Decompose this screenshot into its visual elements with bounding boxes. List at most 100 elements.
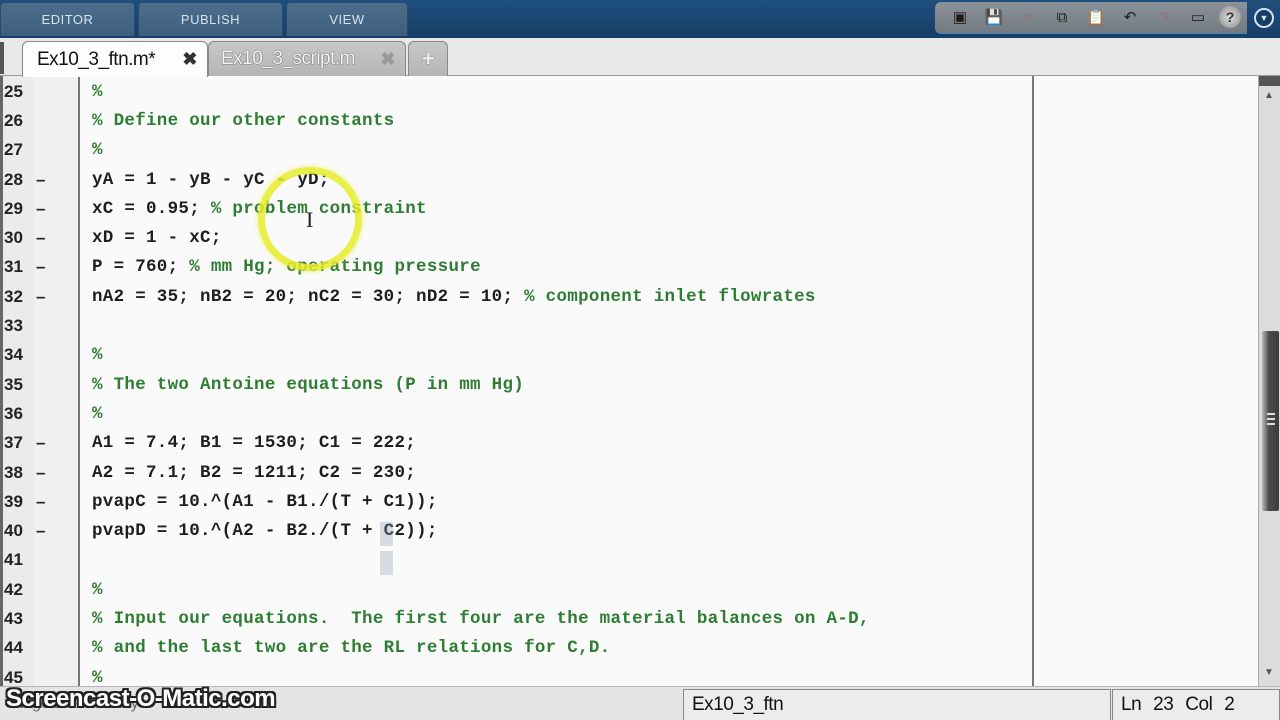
executable-line-marker[interactable]: –: [36, 492, 45, 512]
code-line[interactable]: 37– A1 = 7.4; B1 = 1530; C1 = 222;: [0, 429, 1030, 458]
line-number: 38: [4, 462, 23, 482]
code-line[interactable]: 38– A2 = 7.1; B2 = 1211; C2 = 230;: [0, 458, 1030, 487]
code-line[interactable]: 29– xC = 0.95; % problem constraint: [0, 194, 1030, 223]
code-text: A2 = 7.1; B2 = 1211; C2 = 230;: [92, 463, 416, 483]
redo-icon[interactable]: ↷: [1151, 5, 1177, 29]
document-tab-ex10-3-script[interactable]: Ex10_3_script.m ✖: [208, 41, 406, 76]
new-tab-button[interactable]: +: [408, 41, 448, 76]
scroll-up-icon[interactable]: ▲: [1264, 90, 1274, 101]
help-icon[interactable]: ?: [1219, 6, 1241, 28]
toolstrip: EDITOR PUBLISH VIEW ▣ 💾 ✂ ⧉ 📋 ↶ ↷ ▭ ? ▼: [0, 0, 1280, 38]
line-number: 27: [4, 140, 23, 160]
close-icon[interactable]: ✖: [380, 49, 395, 70]
close-icon[interactable]: ✖: [182, 49, 197, 70]
cut-icon[interactable]: ✂: [1015, 5, 1041, 29]
code-line[interactable]: 26 % Define our other constants: [0, 106, 1030, 135]
executable-line-marker[interactable]: –: [36, 257, 45, 277]
code-statement: nA2 = 35; nB2 = 20; nC2 = 30; nD2 = 10;: [92, 286, 525, 307]
code-line[interactable]: 30– xD = 1 - xC;: [0, 224, 1030, 253]
scrollbar-cap: [1259, 76, 1280, 86]
panel-edge: [0, 42, 4, 74]
code-line[interactable]: 43 % Input our equations. The first four …: [0, 604, 1030, 633]
scroll-down-icon[interactable]: ▼: [1264, 667, 1274, 678]
code-text: % and the last two are the RL relations …: [92, 638, 610, 658]
code-line[interactable]: 39– pvapC = 10.^(A1 - B1./(T + C1));: [0, 487, 1030, 516]
selection-highlight: [380, 551, 393, 575]
switch-windows-icon[interactable]: ▭: [1185, 5, 1211, 29]
line-number: 35: [4, 374, 23, 394]
code-statement: xD = 1 - xC;: [92, 228, 222, 249]
vertical-scrollbar[interactable]: ▲ ▼: [1258, 76, 1280, 686]
code-line[interactable]: 42%: [0, 575, 1030, 604]
code-line[interactable]: 32– nA2 = 35; nB2 = 20; nC2 = 30; nD2 = 1…: [0, 282, 1030, 311]
col-label: Col: [1185, 694, 1213, 715]
collapse-toolstrip-button[interactable]: ▼: [1254, 8, 1274, 28]
tab-editor[interactable]: EDITOR: [0, 2, 135, 36]
code-line[interactable]: 36%: [0, 399, 1030, 428]
status-bar: Stage 1 of 1 ready Screencast-O-Matic.co…: [0, 685, 1280, 720]
code-text: nA2 = 35; nB2 = 20; nC2 = 30; nD2 = 10; …: [92, 287, 816, 307]
status-file-name: Ex10_3_ftn: [683, 689, 1111, 720]
code-statement: xC = 0.95;: [92, 198, 211, 219]
line-number: 42: [4, 579, 23, 599]
line-number: 43: [4, 609, 23, 629]
executable-line-marker[interactable]: –: [36, 228, 45, 248]
right-text-limit-line: [1032, 76, 1034, 686]
executable-line-marker[interactable]: –: [36, 170, 45, 190]
code-text: % Input our equations. The first four ar…: [92, 609, 870, 629]
line-number: 25: [4, 81, 23, 101]
code-statement: pvapC = 10.^(A1 - B1./(T + C1));: [92, 491, 438, 512]
executable-line-marker[interactable]: –: [36, 199, 45, 219]
code-line[interactable]: 34%: [0, 341, 1030, 370]
document-tab-ex10-3-ftn[interactable]: Ex10_3_ftn.m* ✖: [22, 41, 208, 77]
line-number: 26: [4, 110, 23, 130]
line-number: 34: [4, 345, 23, 365]
paste-icon[interactable]: 📋: [1083, 5, 1109, 29]
watermark: Screencast-O-Matic.com: [6, 685, 276, 712]
code-line[interactable]: 35 % The two Antoine equations (P in mm H…: [0, 370, 1030, 399]
executable-line-marker[interactable]: –: [36, 433, 45, 453]
code-line[interactable]: 33: [0, 311, 1030, 340]
code-comment: %: [92, 579, 103, 600]
scrollbar-thumb[interactable]: [1262, 331, 1279, 511]
copy-icon[interactable]: ⧉: [1049, 5, 1075, 29]
code-comment: %: [92, 403, 103, 424]
tab-publish[interactable]: PUBLISH: [138, 2, 283, 36]
line-number: 39: [4, 491, 23, 511]
executable-line-marker[interactable]: –: [36, 463, 45, 483]
code-line[interactable]: 41: [0, 546, 1030, 575]
code-comment: % and the last two are the RL relations …: [92, 638, 611, 659]
code-comment: % The two Antoine equations (P in mm Hg): [92, 374, 525, 395]
code-text: %: [92, 404, 103, 424]
line-number: 33: [4, 316, 23, 336]
code-line[interactable]: 40– pvapD = 10.^(A2 - B2./(T + C2));: [0, 517, 1030, 546]
line-number: 40: [4, 521, 23, 541]
code-text: xD = 1 - xC;: [92, 228, 222, 248]
code-comment: % component inlet flowrates: [524, 286, 816, 307]
code-comment: %: [92, 345, 103, 366]
executable-line-marker[interactable]: –: [36, 521, 45, 541]
line-number: 44: [4, 638, 23, 658]
code-text: % The two Antoine equations (P in mm Hg): [92, 375, 524, 395]
code-editor[interactable]: 25% 26% Define our other constants 27% 28– y…: [0, 76, 1280, 688]
new-script-icon[interactable]: ▣: [947, 5, 973, 29]
executable-line-marker[interactable]: –: [36, 287, 45, 307]
line-value: 23: [1153, 694, 1174, 715]
line-number: 30: [4, 228, 23, 248]
code-line[interactable]: 44 % and the last two are the RL relation…: [0, 634, 1030, 663]
code-line[interactable]: 31– P = 760; % mm Hg; operating pressure: [0, 253, 1030, 282]
code-comment: % Define our other constants: [92, 110, 395, 131]
selection-highlight: [380, 522, 393, 546]
document-tab-strip: Ex10_3_ftn.m* ✖ Ex10_3_script.m ✖ +: [0, 38, 1280, 77]
code-line[interactable]: 28– yA = 1 - yB - yC - yD;: [0, 165, 1030, 194]
code-line[interactable]: 27%: [0, 136, 1030, 165]
line-number: 28: [4, 169, 23, 189]
code-text: %: [92, 140, 103, 160]
undo-icon[interactable]: ↶: [1117, 5, 1143, 29]
tab-view[interactable]: VIEW: [286, 2, 408, 36]
save-icon[interactable]: 💾: [981, 5, 1007, 29]
code-line[interactable]: 25%: [0, 77, 1030, 106]
code-text: %: [92, 580, 103, 600]
line-number: 29: [4, 198, 23, 218]
code-text: %: [92, 82, 103, 102]
